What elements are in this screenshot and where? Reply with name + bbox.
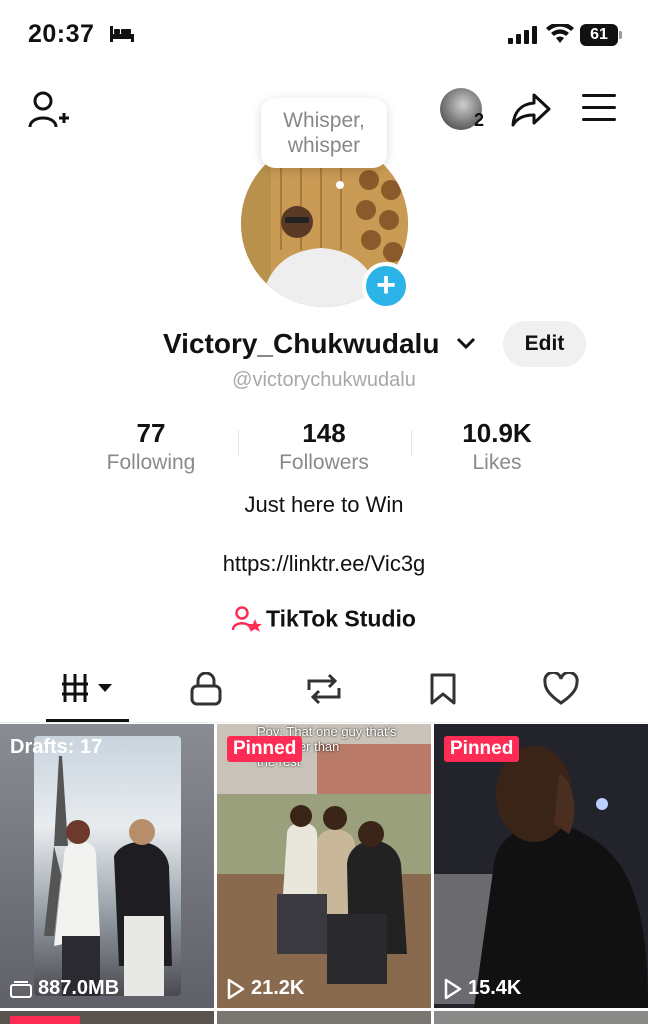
wifi-icon <box>546 24 574 43</box>
cellular-signal-icon <box>508 26 537 44</box>
battery-cap <box>619 31 622 39</box>
view-count-label: 21.2K <box>251 977 305 999</box>
add-friend-icon[interactable] <box>28 90 70 130</box>
sleep-bed-icon <box>110 26 134 42</box>
note-line-2: whisper <box>287 134 361 157</box>
note-tooltip[interactable]: Whisper, whisper <box>261 98 387 168</box>
chevron-down-icon[interactable] <box>456 336 476 350</box>
play-icon <box>444 978 462 999</box>
view-count-label: 15.4K <box>468 977 522 999</box>
drafts-count: Drafts: 17 <box>10 736 103 758</box>
stat-value: 148 <box>302 418 346 448</box>
add-story-plus-icon[interactable]: + <box>362 262 410 310</box>
tab-divider <box>0 722 648 723</box>
stat-label: Likes <box>472 451 522 474</box>
repost-icon[interactable] <box>305 672 343 706</box>
account-switch-count: 2 <box>474 110 485 130</box>
draft-thumbnail <box>34 736 181 996</box>
video-tile[interactable]: Pinned 15.4K <box>434 724 648 1008</box>
drafts-tile[interactable]: Drafts: 17 887.0MB <box>0 724 214 1008</box>
video-tile-partial[interactable] <box>434 1011 648 1024</box>
video-tile-partial[interactable] <box>217 1011 431 1024</box>
note-line-1: Whisper, <box>283 109 365 132</box>
pinned-badge: Pinned <box>444 736 520 762</box>
video-tile[interactable]: Pov: That one guy that's be cooler than … <box>217 724 431 1008</box>
tooltip-dot <box>336 181 344 189</box>
stat-likes[interactable]: 10.9K Likes <box>407 418 587 475</box>
draft-size: 887.0MB <box>10 977 119 1000</box>
stat-followers[interactable]: 148 Followers <box>234 418 414 475</box>
stat-label: Followers <box>279 451 369 474</box>
play-icon <box>227 978 245 999</box>
stat-value: 77 <box>136 418 166 448</box>
profile-link[interactable]: https://linktr.ee/Vic3g <box>0 551 648 577</box>
stat-value: 10.9K <box>462 418 532 448</box>
heart-icon[interactable] <box>543 672 579 706</box>
view-count: 21.2K <box>227 977 304 1000</box>
menu-icon[interactable] <box>582 94 618 122</box>
profile-bio: Just here to Win <box>244 492 404 517</box>
draft-size-label: 887.0MB <box>38 977 120 999</box>
share-icon[interactable] <box>510 92 552 128</box>
pinned-badge-partial <box>10 1016 80 1024</box>
status-time: 20:37 <box>28 20 95 48</box>
stat-label: Following <box>106 451 196 474</box>
storage-icon <box>10 980 32 998</box>
tiktok-studio-link[interactable]: TikTok Studio <box>0 604 648 632</box>
profile-name[interactable]: Victory_Chukwudalu <box>163 328 439 360</box>
stat-following[interactable]: 77 Following <box>61 418 241 475</box>
profile-handle: @victorychukwudalu <box>232 369 416 391</box>
lock-icon[interactable] <box>190 672 222 706</box>
video-thumbnail <box>434 724 648 1008</box>
pinned-badge: Pinned <box>227 736 303 762</box>
videos-grid-tab-icon[interactable] <box>62 672 116 706</box>
bookmark-icon[interactable] <box>429 672 457 706</box>
studio-label: TikTok Studio <box>266 605 416 632</box>
battery-indicator: 61 <box>580 24 618 46</box>
view-count: 15.4K <box>444 977 521 1000</box>
edit-profile-button[interactable]: Edit <box>503 321 586 367</box>
studio-person-star-icon <box>231 606 263 632</box>
